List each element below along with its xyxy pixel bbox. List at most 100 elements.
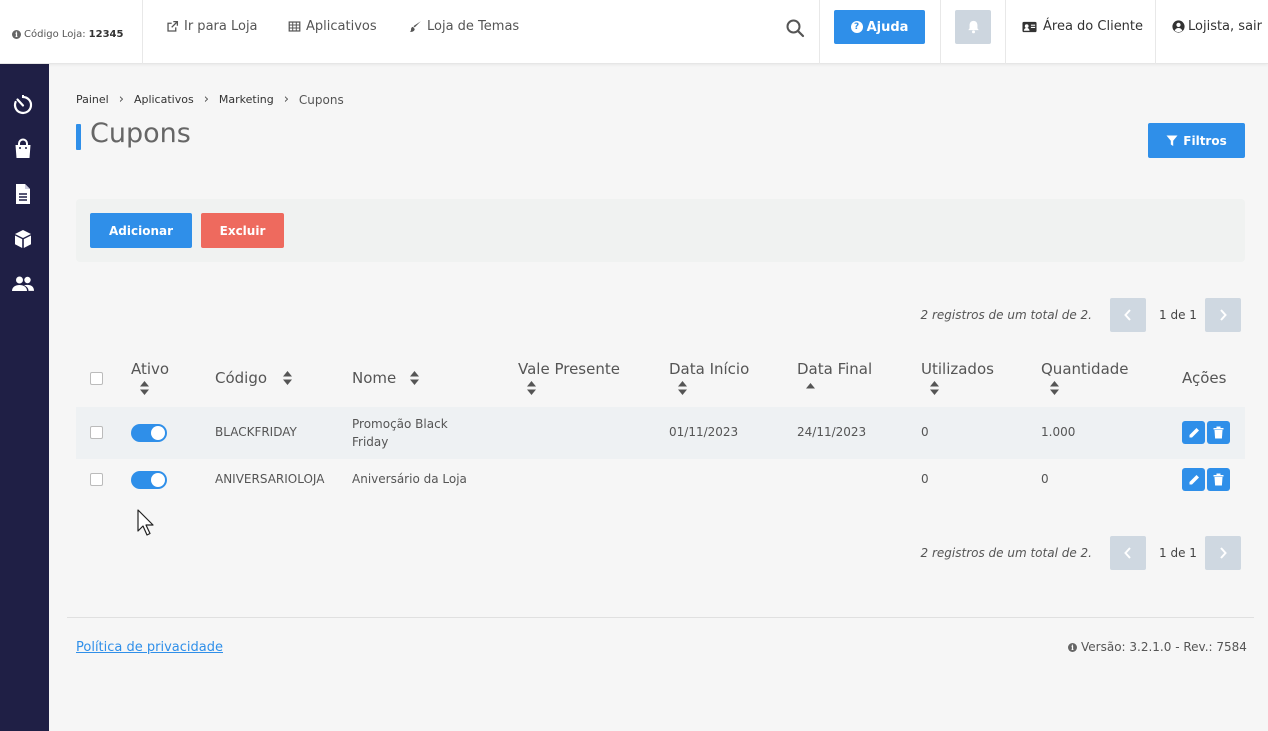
next-page-button[interactable] xyxy=(1205,298,1241,332)
sort-icon[interactable] xyxy=(930,381,939,395)
divider xyxy=(819,0,820,64)
chevron-right-icon: › xyxy=(118,92,124,107)
column-header-end-date[interactable]: Data Final xyxy=(797,360,872,378)
coupon-start-date: 01/11/2023 xyxy=(669,425,739,439)
themes-label: Loja de Temas xyxy=(427,19,520,34)
chevron-left-icon xyxy=(1124,309,1131,321)
sort-icon[interactable] xyxy=(410,371,419,385)
apps-link[interactable]: Aplicativos xyxy=(288,19,377,34)
chevron-right-icon xyxy=(1220,547,1227,559)
coupon-code: ANIVERSARIOLOJA xyxy=(215,472,325,486)
add-button[interactable]: Adicionar xyxy=(90,213,192,248)
trash-icon xyxy=(1213,473,1224,486)
active-toggle[interactable] xyxy=(131,471,167,489)
previous-page-button[interactable] xyxy=(1110,298,1146,332)
row-checkbox[interactable] xyxy=(90,473,103,486)
chevron-right-icon: › xyxy=(283,92,289,107)
filter-label: Filtros xyxy=(1183,133,1227,148)
delete-row-button[interactable] xyxy=(1207,468,1230,491)
users-icon xyxy=(12,276,34,291)
store-code-value: 12345 xyxy=(88,29,124,40)
paintbrush-icon xyxy=(409,21,421,32)
page-indicator: 1 de 1 xyxy=(1159,546,1197,560)
select-all-checkbox[interactable] xyxy=(90,372,103,385)
column-header-name[interactable]: Nome xyxy=(352,369,396,387)
filter-button[interactable]: Filtros xyxy=(1148,123,1245,158)
logout-label: Lojista, sair xyxy=(1188,19,1262,34)
divider xyxy=(1155,0,1156,64)
sidebar-item-content[interactable] xyxy=(11,182,35,206)
filter-icon xyxy=(1166,135,1178,146)
pencil-icon xyxy=(1189,427,1199,437)
column-header-used[interactable]: Utilizados xyxy=(921,360,994,378)
page-indicator: 1 de 1 xyxy=(1159,308,1197,322)
sidebar-item-orders[interactable] xyxy=(11,137,35,161)
sort-icon[interactable] xyxy=(527,381,536,395)
column-header-start-date[interactable]: Data Início xyxy=(669,360,749,378)
breadcrumb-item[interactable]: Aplicativos xyxy=(134,93,194,106)
client-area-label: Área do Cliente xyxy=(1043,19,1144,34)
apps-label: Aplicativos xyxy=(306,19,377,34)
breadcrumb-item[interactable]: Marketing xyxy=(219,93,274,106)
delete-row-button[interactable] xyxy=(1207,421,1230,444)
sidebar-item-dashboard[interactable] xyxy=(11,93,35,117)
chevron-left-icon xyxy=(1124,547,1131,559)
coupon-quantity: 1.000 xyxy=(1041,425,1076,439)
top-bar: i Código Loja: 12345 Ir para Loja Aplica… xyxy=(0,0,1268,64)
sort-icon[interactable] xyxy=(678,381,687,395)
logout-link[interactable]: Lojista, sair xyxy=(1172,19,1262,34)
chevron-right-icon xyxy=(1220,309,1227,321)
column-header-code[interactable]: Código xyxy=(215,369,267,387)
bell-icon xyxy=(967,20,979,34)
active-toggle[interactable] xyxy=(131,424,167,442)
document-icon xyxy=(16,184,30,204)
go-to-store-link[interactable]: Ir para Loja xyxy=(166,19,258,34)
sort-icon[interactable] xyxy=(1050,381,1059,395)
breadcrumb-item[interactable]: Painel xyxy=(76,93,109,106)
column-header-active[interactable]: Ativo xyxy=(131,360,169,378)
sort-icon[interactable] xyxy=(140,381,149,395)
row-checkbox[interactable] xyxy=(90,426,103,439)
sort-ascending-icon[interactable] xyxy=(806,381,815,395)
client-area-link[interactable]: Área do Cliente xyxy=(1022,19,1143,34)
breadcrumb: Painel › Aplicativos › Marketing › Cupon… xyxy=(76,92,344,107)
divider xyxy=(1005,0,1006,64)
table-grid-icon xyxy=(288,21,301,32)
edit-button[interactable] xyxy=(1182,421,1205,444)
shopping-bag-icon xyxy=(15,138,31,158)
coupon-used: 0 xyxy=(921,472,929,486)
go-to-store-label: Ir para Loja xyxy=(184,19,258,34)
coupon-end-date: 24/11/2023 xyxy=(797,425,867,439)
edit-button[interactable] xyxy=(1182,468,1205,491)
sidebar-item-customers[interactable] xyxy=(11,272,35,296)
info-icon: i xyxy=(1068,642,1077,652)
pencil-icon xyxy=(1189,474,1199,484)
next-page-button[interactable] xyxy=(1205,536,1241,570)
notifications-button[interactable] xyxy=(955,10,991,44)
themes-link[interactable]: Loja de Temas xyxy=(409,19,519,34)
user-circle-icon xyxy=(1172,20,1185,33)
column-header-gift-card[interactable]: Vale Presente xyxy=(518,360,620,378)
search-icon[interactable] xyxy=(785,18,805,38)
page-title: Cupons xyxy=(90,118,191,149)
sidebar-item-products[interactable] xyxy=(11,227,35,251)
help-button[interactable]: ? Ajuda xyxy=(834,10,925,44)
mouse-cursor-icon xyxy=(137,509,154,536)
divider xyxy=(142,0,143,64)
sort-icon[interactable] xyxy=(283,371,292,385)
column-header-actions: Ações xyxy=(1182,369,1227,387)
pagination-info: 2 registros de um total de 2. xyxy=(920,546,1092,560)
store-code: i Código Loja: 12345 xyxy=(12,29,123,40)
chevron-right-icon: › xyxy=(203,92,209,107)
info-icon: i xyxy=(12,30,21,39)
privacy-policy-link[interactable]: Política de privacidade xyxy=(76,640,223,655)
delete-button[interactable]: Excluir xyxy=(201,213,284,248)
coupon-name: Promoção Black Friday xyxy=(352,417,448,449)
sidebar xyxy=(0,64,49,731)
title-accent xyxy=(76,124,81,150)
previous-page-button[interactable] xyxy=(1110,536,1146,570)
column-header-quantity[interactable]: Quantidade xyxy=(1041,360,1129,378)
breadcrumb-current: Cupons xyxy=(298,92,344,107)
divider xyxy=(940,0,941,64)
box-icon xyxy=(15,230,31,248)
